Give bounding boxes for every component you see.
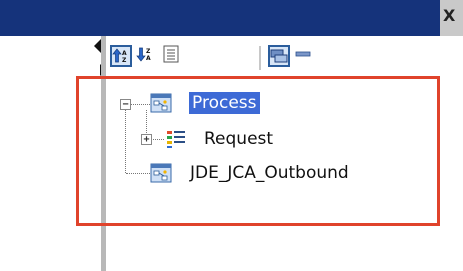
annotation-highlight-box	[76, 76, 440, 226]
